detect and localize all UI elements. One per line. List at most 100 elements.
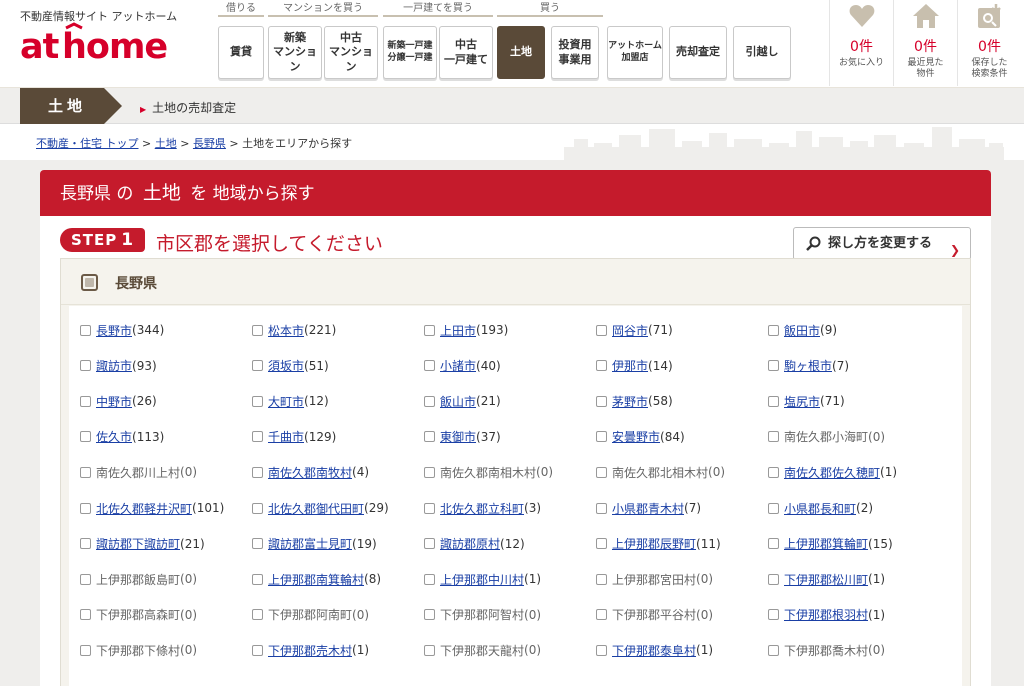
municipality-item[interactable]: 小県郡長和町 (2): [768, 500, 873, 516]
municipality-checkbox[interactable]: [424, 431, 435, 443]
municipality-checkbox[interactable]: [424, 644, 435, 656]
municipality-item[interactable]: 南佐久郡川上村 (0): [80, 464, 197, 480]
municipality-item[interactable]: 下伊那郡阿南町 (0): [252, 607, 369, 623]
municipality-item[interactable]: 塩尻市 (71): [768, 393, 845, 409]
nav-button-new-house[interactable]: 新築一戸建 分譲一戸建: [383, 26, 437, 79]
municipality-item[interactable]: 大町市 (12): [252, 393, 329, 409]
municipality-item[interactable]: 千曲市 (129): [252, 429, 336, 445]
municipality-checkbox[interactable]: [424, 538, 435, 550]
municipality-item[interactable]: 下伊那郡高森町 (0): [80, 607, 197, 623]
municipality-item[interactable]: 駒ヶ根市 (7): [768, 358, 849, 374]
municipality-checkbox[interactable]: [252, 431, 263, 443]
municipality-checkbox[interactable]: [424, 573, 435, 585]
municipality-checkbox[interactable]: [596, 573, 607, 585]
municipality-item[interactable]: 佐久市 (113): [80, 429, 164, 445]
municipality-name[interactable]: 小県郡長和町: [784, 500, 856, 517]
municipality-name[interactable]: 中野市: [96, 393, 132, 410]
municipality-checkbox[interactable]: [768, 609, 779, 621]
municipality-item[interactable]: 安曇野市 (84): [596, 429, 685, 445]
municipality-checkbox[interactable]: [80, 360, 91, 372]
municipality-checkbox[interactable]: [252, 466, 263, 478]
municipality-name[interactable]: 千曲市: [268, 428, 304, 445]
municipality-item[interactable]: 小県郡青木村 (7): [596, 500, 701, 516]
recent-counter[interactable]: 0件 最近見た 物件: [893, 0, 957, 86]
municipality-checkbox[interactable]: [252, 395, 263, 407]
municipality-checkbox[interactable]: [424, 395, 435, 407]
municipality-name[interactable]: 北佐久郡御代田町: [268, 500, 364, 517]
municipality-name[interactable]: 下伊那郡松川町: [784, 571, 868, 588]
municipality-item[interactable]: 上田市 (193): [424, 322, 508, 338]
municipality-item[interactable]: 下伊那郡根羽村 (1): [768, 607, 885, 623]
municipality-checkbox[interactable]: [596, 466, 607, 478]
municipality-checkbox[interactable]: [80, 395, 91, 407]
nav-button-rent[interactable]: 賃貸: [218, 26, 264, 79]
municipality-name[interactable]: 須坂市: [268, 357, 304, 374]
municipality-checkbox[interactable]: [596, 644, 607, 656]
municipality-checkbox[interactable]: [80, 324, 91, 336]
nav-button-used-mansion[interactable]: 中古 マンション: [324, 26, 378, 79]
nav-button-land[interactable]: 土地: [497, 26, 545, 79]
municipality-checkbox[interactable]: [424, 360, 435, 372]
municipality-name[interactable]: 茅野市: [612, 393, 648, 410]
municipality-name[interactable]: 下伊那郡泰阜村: [612, 642, 696, 659]
municipality-item[interactable]: 岡谷市 (71): [596, 322, 673, 338]
municipality-item[interactable]: 下伊那郡松川町 (1): [768, 571, 885, 587]
municipality-name[interactable]: 東御市: [440, 428, 476, 445]
municipality-checkbox[interactable]: [596, 324, 607, 336]
municipality-checkbox[interactable]: [596, 502, 607, 514]
municipality-name[interactable]: 上田市: [440, 322, 476, 339]
municipality-name[interactable]: 大町市: [268, 393, 304, 410]
municipality-checkbox[interactable]: [768, 538, 779, 550]
municipality-item[interactable]: 小諸市 (40): [424, 358, 501, 374]
municipality-checkbox[interactable]: [424, 466, 435, 478]
municipality-item[interactable]: 下伊那郡売木村 (1): [252, 642, 369, 658]
municipality-name[interactable]: 伊那市: [612, 357, 648, 374]
municipality-checkbox[interactable]: [768, 644, 779, 656]
municipality-item[interactable]: 諏訪郡富士見町 (19): [252, 536, 377, 552]
change-search-method-button[interactable]: 探し方を変更する ❯: [793, 227, 971, 260]
athome-logo[interactable]: at home: [20, 22, 190, 67]
municipality-checkbox[interactable]: [768, 324, 779, 336]
municipality-name[interactable]: 佐久市: [96, 428, 132, 445]
breadcrumb-link-top[interactable]: 不動産・住宅 トップ: [36, 137, 139, 150]
nav-button-new-mansion[interactable]: 新築 マンション: [268, 26, 322, 79]
municipality-checkbox[interactable]: [252, 502, 263, 514]
nav-button-investment[interactable]: 投資用 事業用: [551, 26, 599, 79]
municipality-item[interactable]: 上伊那郡飯島町 (0): [80, 571, 197, 587]
municipality-checkbox[interactable]: [596, 395, 607, 407]
municipality-name[interactable]: 諏訪郡富士見町: [268, 535, 352, 552]
municipality-item[interactable]: 北佐久郡御代田町 (29): [252, 500, 389, 516]
land-sale-assessment-link[interactable]: ▶ 土地の売却査定: [140, 99, 236, 116]
favorites-counter[interactable]: 0件 お気に入り: [829, 0, 893, 86]
municipality-checkbox[interactable]: [80, 466, 91, 478]
municipality-checkbox[interactable]: [80, 502, 91, 514]
municipality-name[interactable]: 北佐久郡軽井沢町: [96, 500, 192, 517]
municipality-checkbox[interactable]: [252, 360, 263, 372]
municipality-name[interactable]: 諏訪市: [96, 357, 132, 374]
municipality-name[interactable]: 塩尻市: [784, 393, 820, 410]
municipality-checkbox[interactable]: [252, 538, 263, 550]
municipality-name[interactable]: 駒ヶ根市: [784, 357, 832, 374]
municipality-name[interactable]: 松本市: [268, 322, 304, 339]
saved-search-counter[interactable]: 0件 保存した 検索条件: [957, 0, 1021, 86]
nav-button-sale-assessment[interactable]: 売却査定: [669, 26, 727, 79]
municipality-checkbox[interactable]: [768, 573, 779, 585]
municipality-name[interactable]: 諏訪郡原村: [440, 535, 500, 552]
municipality-checkbox[interactable]: [768, 360, 779, 372]
municipality-item[interactable]: 北佐久郡立科町 (3): [424, 500, 541, 516]
municipality-name[interactable]: 長野市: [96, 322, 132, 339]
municipality-item[interactable]: 上伊那郡辰野町 (11): [596, 536, 721, 552]
municipality-item[interactable]: 南佐久郡南牧村 (4): [252, 464, 369, 480]
municipality-name[interactable]: 下伊那郡売木村: [268, 642, 352, 659]
municipality-item[interactable]: 上伊那郡箕輪町 (15): [768, 536, 893, 552]
municipality-checkbox[interactable]: [80, 573, 91, 585]
nav-button-member-stores[interactable]: アットホーム 加盟店: [607, 26, 663, 79]
municipality-item[interactable]: 飯山市 (21): [424, 393, 501, 409]
municipality-checkbox[interactable]: [424, 324, 435, 336]
municipality-item[interactable]: 南佐久郡佐久穂町 (1): [768, 464, 897, 480]
municipality-name[interactable]: 南佐久郡南牧村: [268, 464, 352, 481]
municipality-item[interactable]: 南佐久郡北相木村 (0): [596, 464, 725, 480]
municipality-name[interactable]: 岡谷市: [612, 322, 648, 339]
municipality-checkbox[interactable]: [80, 431, 91, 443]
municipality-name[interactable]: 飯田市: [784, 322, 820, 339]
